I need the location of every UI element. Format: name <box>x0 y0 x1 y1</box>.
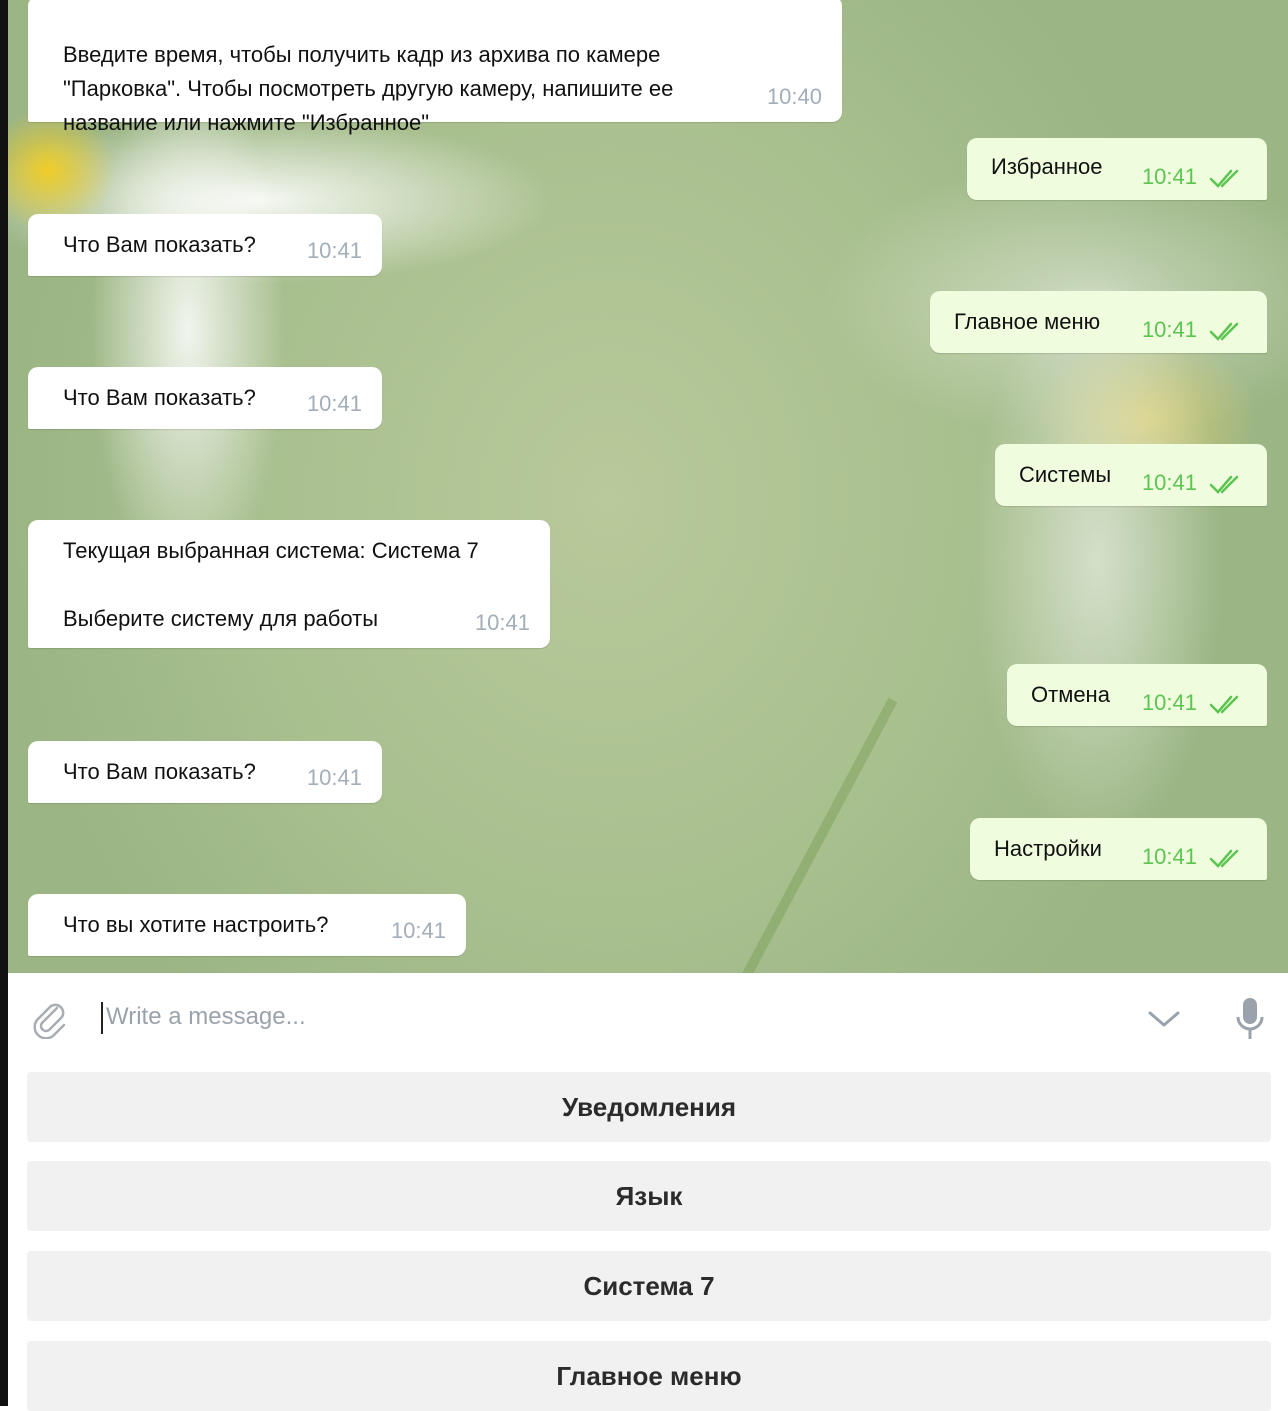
message-time: 10:41 <box>474 610 530 635</box>
message-time: 10:41 <box>1141 317 1197 342</box>
message-text: Что Вам показать? <box>63 232 256 257</box>
double-check-icon <box>1209 322 1239 341</box>
double-check-icon <box>1209 475 1239 494</box>
message-outgoing[interactable]: Отмена 10:41 <box>1007 664 1267 726</box>
message-time: 10:41 <box>1141 844 1197 869</box>
message-input[interactable]: Write a message... <box>106 1003 306 1031</box>
message-text: Что Вам показать? <box>63 759 256 784</box>
message-time: 10:41 <box>306 238 362 263</box>
message-time: 10:41 <box>1141 690 1197 715</box>
message-text: Настройки <box>994 836 1102 861</box>
double-check-icon <box>1209 849 1239 868</box>
window-edge <box>0 0 8 1406</box>
background-decoration <box>733 697 898 973</box>
message-time: 10:41 <box>306 765 362 790</box>
message-text: Избранное <box>991 154 1103 179</box>
chat-history[interactable]: Введите время, чтобы получить кадр из ар… <box>8 0 1288 973</box>
message-incoming[interactable]: Что Вам показать? 10:41 <box>28 741 382 803</box>
message-text: Системы <box>1019 462 1112 487</box>
message-time: 10:41 <box>1141 470 1197 495</box>
message-outgoing[interactable]: Избранное 10:41 <box>967 138 1267 200</box>
message-text: Текущая выбранная система: Система 7 Выб… <box>63 538 479 631</box>
message-outgoing[interactable]: Системы 10:41 <box>995 444 1267 506</box>
message-outgoing[interactable]: Главное меню 10:41 <box>930 291 1267 353</box>
message-composer: Write a message... <box>8 973 1288 1063</box>
keyboard-button-system[interactable]: Система 7 <box>27 1251 1271 1321</box>
message-incoming[interactable]: Что вы хотите настроить? 10:41 <box>28 894 466 956</box>
message-outgoing[interactable]: Настройки 10:41 <box>970 818 1267 880</box>
double-check-icon <box>1209 695 1239 714</box>
message-incoming[interactable]: Текущая выбранная система: Система 7 Выб… <box>28 520 550 648</box>
message-text: Отмена <box>1031 682 1110 707</box>
message-text: Что вы хотите настроить? <box>63 912 329 937</box>
microphone-icon[interactable] <box>1233 995 1267 1043</box>
message-text: Что Вам показать? <box>63 385 256 410</box>
text-caret <box>101 1002 103 1034</box>
paperclip-icon[interactable] <box>30 999 70 1039</box>
message-time: 10:40 <box>766 84 822 109</box>
message-time: 10:41 <box>1141 164 1197 189</box>
message-incoming[interactable]: Введите время, чтобы получить кадр из ар… <box>28 0 842 135</box>
message-time: 10:41 <box>390 918 446 943</box>
keyboard-button-notifications[interactable]: Уведомления <box>27 1072 1271 1142</box>
keyboard-button-main-menu[interactable]: Главное меню <box>27 1341 1271 1411</box>
message-text: Главное меню <box>954 309 1101 334</box>
message-time: 10:41 <box>306 391 362 416</box>
message-incoming[interactable]: Что Вам показать? 10:41 <box>28 367 382 429</box>
message-text: Введите время, чтобы получить кадр из ар… <box>63 42 674 135</box>
double-check-icon <box>1209 169 1239 188</box>
keyboard-button-language[interactable]: Язык <box>27 1161 1271 1231</box>
chevron-down-icon[interactable] <box>1146 1003 1182 1033</box>
message-incoming[interactable]: Что Вам показать? 10:41 <box>28 214 382 276</box>
